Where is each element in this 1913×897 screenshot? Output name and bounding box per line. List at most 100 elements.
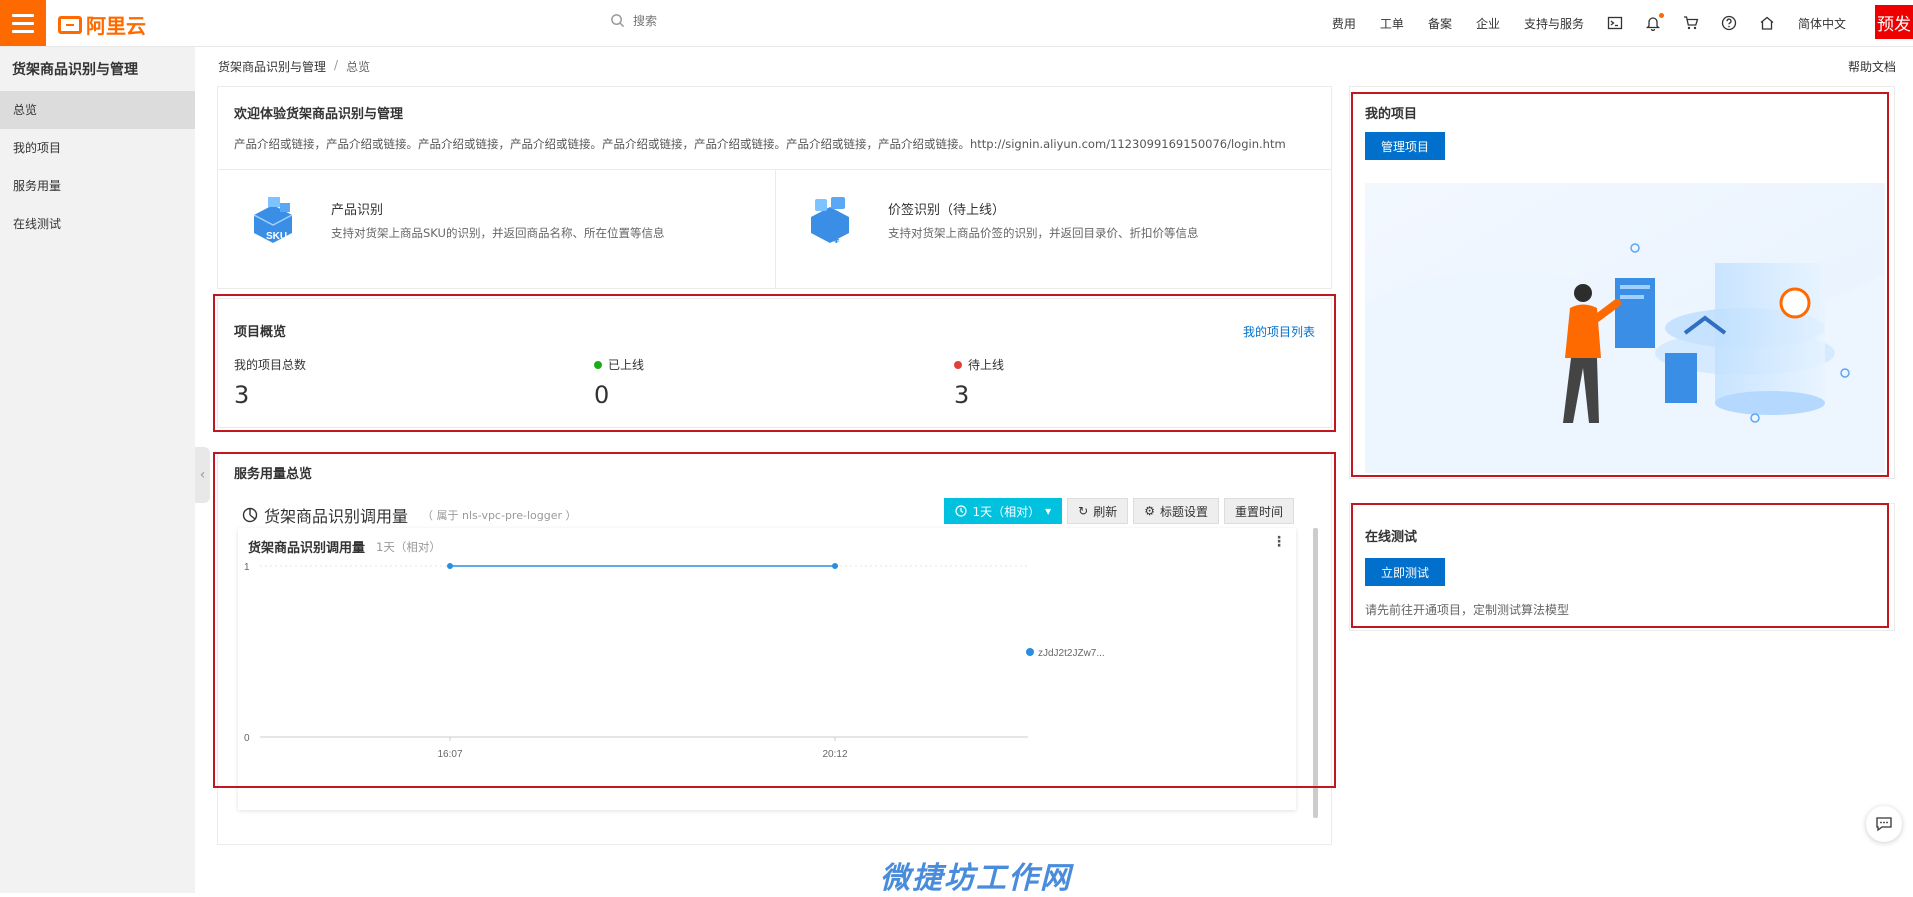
y-tick-label: 1 (244, 562, 250, 573)
stat-value: 0 (594, 381, 610, 409)
time-range-label: 1天（相对） (972, 504, 1041, 519)
title-settings-button[interactable]: ⚙ 标题设置 (1133, 498, 1219, 524)
sidebar: 货架商品识别与管理 总览 我的项目 服务用量 在线测试 (0, 47, 195, 893)
sidebar-item-overview[interactable]: 总览 (0, 91, 195, 129)
stat-label: 已上线 (608, 358, 645, 372)
online-test-card: 在线测试 立即测试 请先前往开通项目，定制测试算法模型 (1349, 503, 1895, 631)
overview-title: 项目概览 (234, 325, 287, 340)
watermark: 微捷坊工作网 (880, 861, 1072, 896)
top-nav: 费用 工单 备案 企业 支持与服务 简体中文 (1320, 0, 1858, 46)
sidebar-item-online-test[interactable]: 在线测试 (0, 205, 195, 243)
stat-pending: 待上线 3 (954, 356, 1004, 409)
y-tick-label: 0 (244, 733, 250, 744)
manage-projects-button[interactable]: 管理项目 (1365, 132, 1446, 160)
start-test-button[interactable]: 立即测试 (1365, 558, 1446, 586)
feature-title: 产品识别 (331, 203, 384, 218)
language-switch[interactable]: 简体中文 (1786, 15, 1858, 32)
nav-enterprise[interactable]: 企业 (1464, 15, 1512, 32)
stat-value: 3 (234, 381, 250, 409)
sidebar-title: 货架商品识别与管理 (12, 62, 138, 78)
breadcrumb-separator: / (334, 58, 339, 72)
gear-icon: ⚙ (1144, 504, 1155, 518)
pending-status-dot (954, 360, 962, 369)
caret-down-icon: ▾ (1045, 504, 1052, 518)
logo-text: 阿里云 (86, 14, 146, 38)
line-chart: 0 1 16:07 20:12 zJdJ2t2JZw7... (244, 562, 1105, 760)
nav-fees[interactable]: 费用 (1320, 15, 1368, 32)
usage-chart-title: 货架商品识别调用量 (264, 507, 409, 526)
sidebar-collapse-chevron-icon[interactable]: ‹ (195, 447, 210, 503)
breadcrumb-current: 总览 (346, 60, 371, 74)
refresh-button[interactable]: ↻ 刷新 (1067, 498, 1129, 524)
chart-panel-subtitle: 1天（相对） (376, 540, 441, 554)
feature-description: 支持对货架上商品SKU的识别，并返回商品名称、所在位置等信息 (331, 226, 665, 240)
x-tick-label: 16:07 (437, 749, 462, 760)
breadcrumb-root[interactable]: 货架商品识别与管理 (218, 58, 326, 75)
nav-support[interactable]: 支持与服务 (1512, 15, 1596, 32)
usage-chart-panel: 0 1 16:07 20:12 zJdJ2t2JZw7... 货架商品识别调用量 1天（… (238, 528, 1296, 810)
welcome-card: 欢迎体验货架商品识别与管理 产品介绍或链接，产品介绍或链接。产品介绍或链接，产品… (217, 86, 1332, 289)
pre-release-badge: 预发 (1875, 5, 1913, 39)
x-tick-label: 20:12 (822, 749, 847, 760)
chart-panel-title: 货架商品识别调用量 (248, 541, 366, 556)
refresh-icon: ↻ (1078, 504, 1089, 518)
clock-icon (955, 505, 968, 517)
stat-online: 已上线 0 (594, 356, 644, 409)
data-point (832, 563, 838, 569)
bell-icon[interactable] (1634, 13, 1672, 31)
pie-chart-icon (242, 507, 258, 523)
nav-tickets[interactable]: 工单 (1368, 15, 1416, 32)
chart-scrollbar[interactable] (1313, 528, 1318, 818)
aliyun-logo[interactable]: 阿里云 (58, 10, 146, 39)
cart-icon[interactable] (1672, 15, 1710, 31)
search-input[interactable] (633, 13, 853, 28)
online-status-dot (594, 360, 602, 369)
product-recognition-icon: SKU (253, 197, 293, 243)
online-test-title: 在线测试 (1365, 530, 1418, 545)
chat-support-icon[interactable] (1866, 806, 1902, 842)
aliyun-logo-mark-icon (58, 15, 82, 34)
usage-chart-subtitle: （ 属于 nls-vpc-pre-logger ） (422, 509, 577, 522)
refresh-label: 刷新 (1093, 504, 1118, 519)
search-box[interactable] (610, 13, 853, 28)
online-test-hint: 请先前往开通项目，定制测试算法模型 (1365, 603, 1570, 617)
service-usage-card: 服务用量总览 货架商品识别调用量 （ 属于 nls-vpc-pre-logger… (217, 453, 1332, 845)
stat-total-projects: 我的项目总数 3 (234, 356, 306, 409)
legend-label: zJdJ2t2JZw7... (1038, 648, 1105, 659)
feature-price-tag-recognition[interactable]: ¥ 价签识别（待上线） 支持对货架上商品价签的识别，并返回目录价、折扣价等信息 (775, 169, 1332, 289)
sku-icon-text: SKU (266, 231, 287, 242)
time-range-button[interactable]: 1天（相对） ▾ (944, 498, 1063, 524)
project-illustration (1365, 183, 1885, 473)
help-docs-link[interactable]: 帮助文档 (1848, 58, 1896, 75)
welcome-description: 产品介绍或链接，产品介绍或链接。产品介绍或链接，产品介绍或链接。产品介绍或链接，… (234, 137, 1286, 151)
feature-product-recognition[interactable]: SKU 产品识别 支持对货架上商品SKU的识别，并返回商品名称、所在位置等信息 (218, 169, 775, 289)
sidebar-item-service-usage[interactable]: 服务用量 (0, 167, 195, 205)
price-tag-recognition-icon: ¥ (811, 197, 849, 246)
my-project-title: 我的项目 (1365, 107, 1418, 122)
search-icon (611, 14, 625, 28)
usage-chart-header: 货架商品识别调用量 （ 属于 nls-vpc-pre-logger ） (242, 503, 577, 527)
usage-toolbar: 1天（相对） ▾ ↻ 刷新 ⚙ 标题设置 重置时间 (944, 498, 1294, 524)
help-icon[interactable] (1710, 15, 1748, 31)
yen-icon-text: ¥ (833, 232, 840, 246)
stat-label: 待上线 (968, 358, 1005, 372)
stat-value: 3 (954, 381, 970, 409)
more-options-icon[interactable]: ⋮ (1272, 534, 1286, 550)
stat-label: 我的项目总数 (234, 358, 307, 372)
title-settings-label: 标题设置 (1159, 504, 1208, 519)
top-bar: 阿里云 费用 工单 备案 企业 支持与服务 简体中文 预发 (0, 0, 1913, 47)
notification-dot (1658, 13, 1664, 18)
my-project-list-link[interactable]: 我的项目列表 (1243, 323, 1315, 340)
home-icon[interactable] (1748, 15, 1786, 31)
project-overview-card: 项目概览 我的项目列表 我的项目总数 3 已上线 0 待上线 3 (217, 298, 1332, 428)
hamburger-menu-icon[interactable] (0, 0, 46, 46)
reset-time-button[interactable]: 重置时间 (1223, 498, 1294, 524)
usage-title: 服务用量总览 (234, 467, 313, 482)
sidebar-item-my-projects[interactable]: 我的项目 (0, 129, 195, 167)
terminal-icon[interactable] (1596, 15, 1634, 31)
feature-description: 支持对货架上商品价签的识别，并返回目录价、折扣价等信息 (888, 226, 1199, 240)
nav-icp[interactable]: 备案 (1416, 15, 1464, 32)
welcome-title: 欢迎体验货架商品识别与管理 (234, 107, 404, 122)
data-point (447, 563, 453, 569)
feature-title: 价签识别（待上线） (888, 203, 1006, 218)
